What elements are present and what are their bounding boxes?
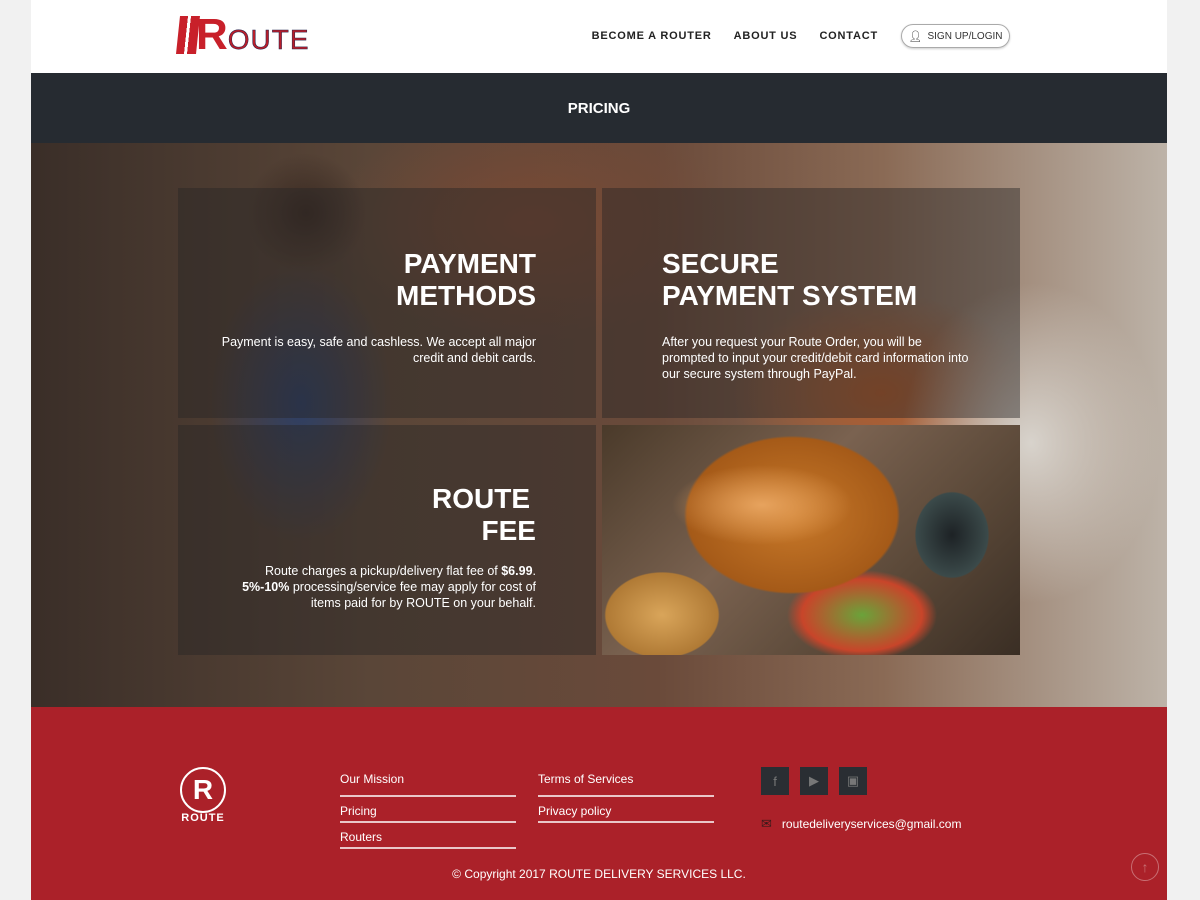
hero-background: PAYMENT METHODS Payment is easy, safe and… [31, 143, 1167, 707]
footer-link-pricing[interactable]: Pricing [340, 797, 516, 823]
nav-become-router[interactable]: BECOME A ROUTER [592, 30, 712, 42]
route-logo[interactable]: R OUTE [176, 10, 310, 59]
card-text: Payment is easy, safe and cashless. We a… [221, 335, 536, 365]
route-fee-card: ROUTE FEE Route charges a pickup/delivery… [178, 425, 596, 655]
card-title: ROUTE FEE [432, 483, 536, 546]
scroll-to-top-icon[interactable]: ↑ [1131, 853, 1159, 881]
site-header: R OUTE BECOME A ROUTER ABOUT US CONTACT … [31, 0, 1167, 73]
footer-link-routers[interactable]: Routers [340, 823, 516, 849]
payment-methods-card: PAYMENT METHODS Payment is easy, safe and… [178, 188, 596, 418]
logo-road-mark [176, 16, 200, 54]
signup-login-button[interactable]: 👤︎ SIGN UP/LOGIN [901, 24, 1010, 48]
signup-login-label: SIGN UP/LOGIN [927, 30, 1003, 42]
user-icon: 👤︎ [908, 30, 923, 43]
page: R OUTE BECOME A ROUTER ABOUT US CONTACT … [31, 0, 1167, 900]
copyright: © Copyright 2017 ROUTE DELIVERY SERVICES… [452, 867, 746, 881]
site-footer: R ROUTE Our Mission Pricing Routers Term… [31, 707, 1167, 900]
youtube-icon[interactable]: ▶ [800, 767, 828, 795]
instagram-icon[interactable]: ▣ [839, 767, 867, 795]
social-links: f ▶ ▣ [761, 767, 878, 795]
secure-payment-card: SECURE PAYMENT SYSTEM After you request y… [602, 188, 1020, 418]
footer-links-2: Terms of Services Privacy policy [538, 771, 714, 823]
logo-initial: R [196, 10, 228, 59]
footer-link-terms[interactable]: Terms of Services [538, 771, 714, 797]
mail-icon: ✉ [761, 816, 772, 831]
footer-link-privacy[interactable]: Privacy policy [538, 797, 714, 823]
footer-links-1: Our Mission Pricing Routers [340, 771, 516, 849]
food-image [602, 425, 1020, 655]
facebook-icon[interactable]: f [761, 767, 789, 795]
footer-link-our-mission[interactable]: Our Mission [340, 771, 516, 797]
page-title-band: PRICING [31, 73, 1167, 143]
nav-contact[interactable]: CONTACT [819, 30, 878, 42]
footer-logo: R ROUTE [178, 767, 228, 824]
card-title: PAYMENT METHODS [396, 248, 536, 311]
logo-text: OUTE [227, 24, 310, 55]
card-text: Route charges a pickup/delivery flat fee… [242, 564, 536, 610]
page-title: PRICING [567, 99, 631, 117]
main-nav: BECOME A ROUTER ABOUT US CONTACT 👤︎ SIGN… [570, 24, 1010, 48]
nav-about-us[interactable]: ABOUT US [734, 30, 798, 42]
card-text: After you request your Route Order, you … [662, 335, 969, 381]
footer-email[interactable]: ✉ routedeliveryservices@gmail.com [761, 816, 961, 832]
card-title: SECURE PAYMENT SYSTEM [662, 248, 918, 311]
